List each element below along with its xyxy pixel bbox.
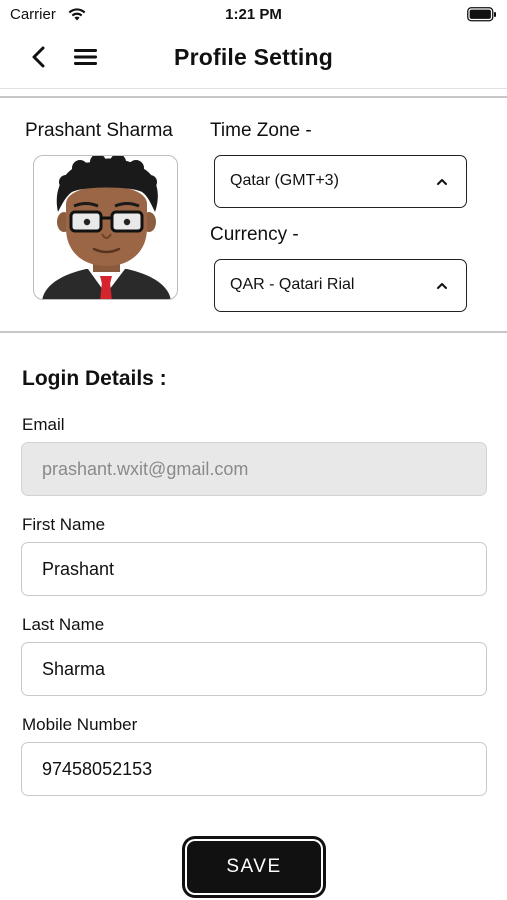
- time-zone-dropdown[interactable]: Qatar (GMT+3): [214, 155, 467, 208]
- mobile-number-label: Mobile Number: [22, 715, 138, 734]
- first-name-label: First Name: [22, 515, 106, 534]
- profile-name: Prashant Sharma: [25, 120, 173, 141]
- currency-value: QAR - Qatari Rial: [230, 276, 355, 293]
- email-label: Email: [22, 415, 65, 434]
- save-button[interactable]: SAVE: [185, 839, 323, 895]
- time-zone-label: Time Zone -: [210, 120, 312, 141]
- status-time: 1:21 PM: [225, 6, 282, 23]
- profile-setting-screen: Carrier 1:21 PM Profile Setting Prashant…: [0, 0, 507, 900]
- nav-divider: [0, 88, 507, 89]
- chevron-up-icon: [436, 175, 448, 187]
- avatar[interactable]: [33, 155, 178, 300]
- status-bar: Carrier 1:21 PM: [0, 0, 507, 30]
- page-title: Profile Setting: [0, 44, 507, 71]
- section-divider-middle: [0, 331, 507, 333]
- login-details-heading: Login Details :: [22, 367, 167, 390]
- nav-bar: Profile Setting: [0, 30, 507, 88]
- currency-dropdown[interactable]: QAR - Qatari Rial: [214, 259, 467, 312]
- page-title-text: Profile Setting: [174, 44, 333, 70]
- section-divider-top: [0, 96, 507, 98]
- mobile-number-field[interactable]: [21, 742, 487, 796]
- last-name-label: Last Name: [22, 615, 105, 634]
- battery-icon: [467, 7, 497, 27]
- time-zone-value: Qatar (GMT+3): [230, 172, 339, 189]
- currency-label: Currency -: [210, 224, 299, 245]
- last-name-field[interactable]: [21, 642, 487, 696]
- email-field: [21, 442, 487, 496]
- chevron-up-icon: [436, 279, 448, 291]
- first-name-field[interactable]: [21, 542, 487, 596]
